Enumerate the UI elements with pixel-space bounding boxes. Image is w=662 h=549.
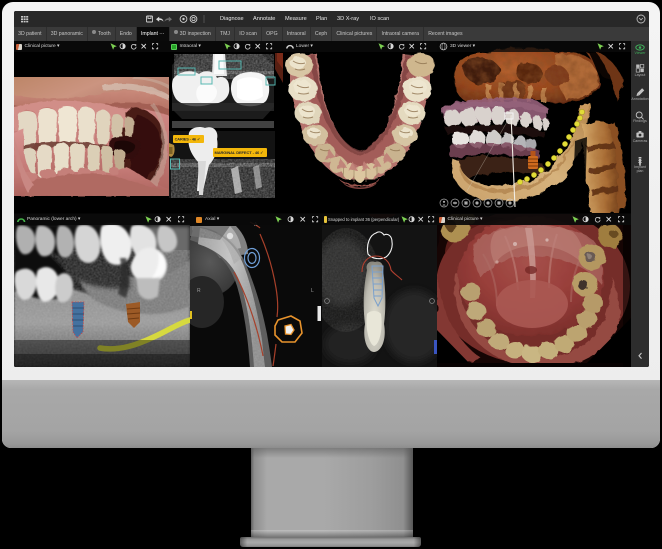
svg-text:R: R: [16, 300, 20, 306]
svg-text:L: L: [183, 300, 186, 306]
svg-text:CARIES - 46 ✓: CARIES - 46 ✓: [175, 137, 201, 142]
svg-text:L: L: [311, 288, 314, 294]
svg-text:MARGINAL DEFECT - 46 ✓: MARGINAL DEFECT - 46 ✓: [215, 150, 264, 155]
svg-text:R: R: [197, 288, 201, 294]
